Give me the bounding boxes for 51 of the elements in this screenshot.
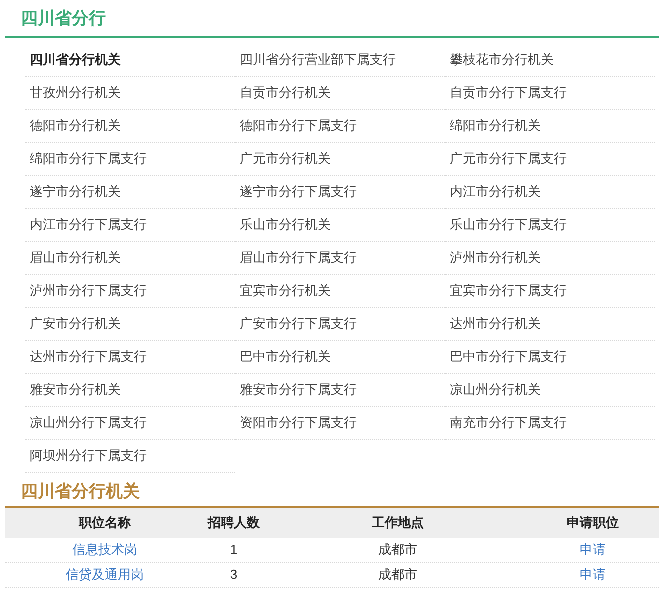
branch-link[interactable]: 广安市分行下属支行 [235,314,362,334]
column-header: 工作地点 [371,514,425,532]
branch-link[interactable]: 德阳市分行下属支行 [235,116,362,136]
branch-link[interactable]: 乐山市分行机关 [235,214,336,234]
section-title: 四川省分行 [21,9,106,28]
branch-link[interactable]: 自贡市分行机关 [235,82,336,102]
branch-link[interactable]: 四川省分行机关 [25,50,126,70]
branch-link[interactable]: 眉山市分行机关 [25,248,126,268]
branch-link[interactable]: 凉山州分行下属支行 [25,412,152,432]
column-header: 招聘人数 [206,514,261,532]
column-header: 申请职位 [566,514,620,532]
table-cell-text: 成都市 [378,541,418,560]
branch-link[interactable]: 广安市分行机关 [25,314,126,334]
branch-link[interactable]: 内江市分行机关 [445,182,546,202]
table-cell-text: 成都市 [378,566,418,584]
branch-link[interactable]: 绵阳市分行下属支行 [25,148,152,168]
branch-link[interactable]: 遂宁市分行机关 [25,182,126,202]
branch-link[interactable]: 德阳市分行机关 [25,116,126,136]
branch-link[interactable]: 宜宾市分行机关 [235,280,336,300]
section-title: 四川省分行机关 [21,482,140,500]
column-header: 职位名称 [78,514,132,532]
branch-link[interactable]: 绵阳市分行机关 [445,116,546,136]
branch-link[interactable]: 广元市分行机关 [235,148,336,168]
branch-link[interactable]: 雅安市分行机关 [25,380,126,400]
branch-link[interactable]: 宜宾市分行下属支行 [445,280,572,300]
branch-link[interactable]: 巴中市分行下属支行 [445,346,572,366]
branch-link[interactable]: 广元市分行下属支行 [445,148,572,168]
branch-link[interactable]: 南充市分行下属支行 [445,412,572,432]
branch-link[interactable]: 四川省分行营业部下属支行 [235,50,401,70]
branch-link[interactable]: 内江市分行下属支行 [25,214,152,234]
branch-link[interactable]: 攀枝花市分行机关 [445,50,559,70]
branch-link[interactable]: 达州市分行机关 [445,314,546,334]
apply-link[interactable]: 申请 [580,567,606,582]
branch-link[interactable]: 泸州市分行下属支行 [25,280,152,300]
branch-link[interactable]: 眉山市分行下属支行 [235,248,362,268]
branch-link[interactable]: 资阳市分行下属支行 [235,412,362,432]
position-link[interactable]: 信息技术岗 [72,542,138,558]
branch-link[interactable]: 雅安市分行下属支行 [235,380,362,400]
apply-link[interactable]: 申请 [580,542,606,558]
position-link[interactable]: 信贷及通用岗 [66,567,144,582]
branch-link[interactable]: 阿坝州分行下属支行 [25,446,152,466]
branch-link[interactable]: 凉山州分行机关 [445,380,546,400]
branch-link[interactable]: 甘孜州分行机关 [25,82,126,102]
branch-link[interactable]: 达州市分行下属支行 [25,346,152,366]
branch-link[interactable]: 遂宁市分行下属支行 [235,182,362,202]
table-cell-text: 1 [229,541,239,560]
branch-link[interactable]: 自贡市分行下属支行 [445,82,572,102]
branch-link[interactable]: 泸州市分行机关 [445,248,546,268]
branch-link[interactable]: 巴中市分行机关 [235,346,336,366]
branch-link[interactable]: 乐山市分行下属支行 [445,214,572,234]
table-cell-text: 3 [229,566,239,584]
